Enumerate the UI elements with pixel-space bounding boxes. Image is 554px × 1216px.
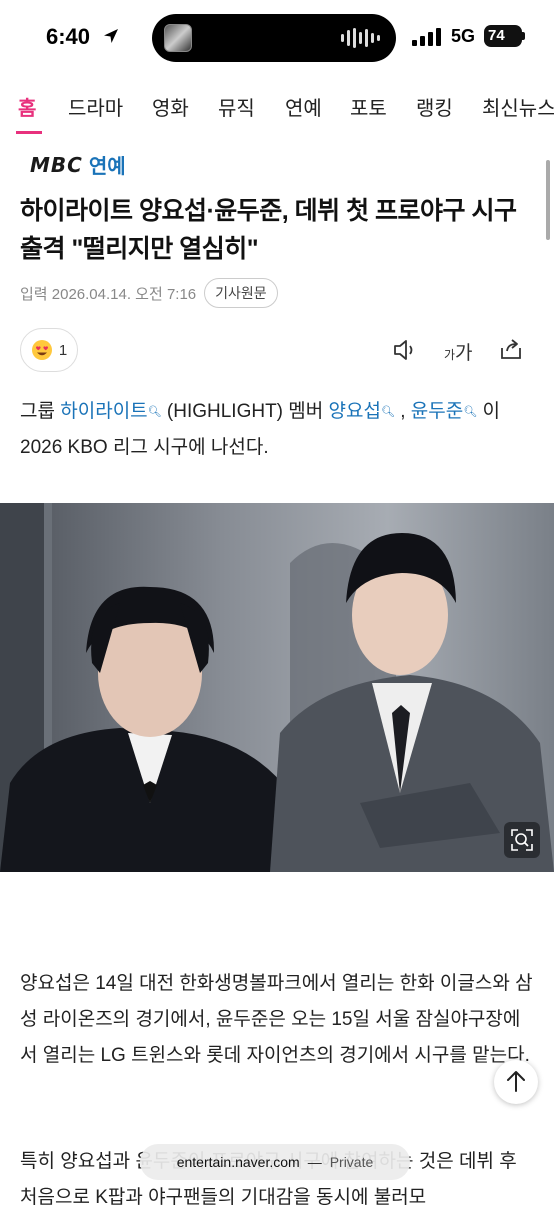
scroll-to-top-button[interactable] (494, 1060, 538, 1104)
scrollbar[interactable] (546, 160, 550, 240)
tab-drama[interactable]: 드라마 (68, 92, 123, 121)
tab-latest-news[interactable]: 최신뉴스 (482, 92, 554, 121)
keyword-link-yang-yoseop[interactable]: 양요섭 (329, 401, 381, 422)
article-headline: 하이라이트 양요섭·윤두준, 데뷔 첫 프로야구 시구 출격 "떨리지만 열심히… (20, 197, 517, 263)
dynamic-island[interactable] (152, 14, 396, 62)
private-mode-label: Private (329, 1154, 374, 1170)
intro-text: , (394, 401, 411, 422)
intro-text: (HIGHLIGHT) 멤버 (161, 401, 329, 422)
status-time: 6:40 (46, 24, 91, 49)
original-article-button[interactable]: 기사원문 (204, 278, 278, 308)
now-playing-artwork (164, 24, 192, 52)
press-section: 연예 (88, 156, 126, 178)
article-photo[interactable] (0, 503, 554, 872)
keyword-search-icon[interactable]: 🔍︎ (463, 406, 477, 418)
cellular-signal-icon (412, 28, 441, 46)
browser-address-bar[interactable]: entertain.naver.com — Private (140, 1144, 410, 1180)
article-intro: 그룹 하이라이트🔍︎ (HIGHLIGHT) 멤버 양요섭🔍︎ , 윤두준🔍︎ … (20, 394, 534, 466)
audio-wave-icon (341, 28, 380, 48)
zoom-search-icon (511, 829, 533, 851)
tab-photo[interactable]: 포토 (350, 92, 387, 121)
heart-eyes-emoji-icon (31, 340, 52, 360)
arrow-up-icon (507, 1071, 525, 1092)
tab-ranking[interactable]: 랭킹 (416, 92, 453, 121)
battery-indicator: 74 (484, 25, 522, 47)
location-arrow-icon (104, 29, 118, 43)
keyword-link-yoon-doojoon[interactable]: 윤두준 (411, 401, 463, 422)
keyword-search-icon[interactable]: 🔍︎ (381, 406, 395, 418)
battery-cap (522, 32, 525, 40)
network-type: 5G (451, 26, 476, 46)
keyword-search-icon[interactable]: 🔍︎ (148, 406, 162, 418)
font-small-label: 가 (444, 348, 456, 362)
category-nav: 홈 드라마 영화 뮤직 연예 포토 랭킹 최신뉴스 (0, 86, 554, 134)
share-icon[interactable] (498, 336, 524, 362)
font-large-label: 가 (455, 343, 473, 364)
reaction-button[interactable]: 1 (20, 328, 78, 372)
url-host: entertain.naver.com (176, 1154, 300, 1170)
article-paragraph: 양요섭은 14일 대전 한화생명볼파크에서 열리는 한화 이글스와 삼성 라이온… (20, 973, 533, 1066)
url-separator: — (307, 1154, 322, 1170)
press-brand: MBC (30, 152, 83, 177)
font-size-button[interactable]: 가가 (444, 338, 473, 365)
tab-entertainment[interactable]: 연예 (285, 92, 322, 121)
tab-home[interactable]: 홈 (18, 92, 36, 121)
article-meta: 입력 2026.04.14. 오전 7:16 기사원문 (20, 278, 278, 308)
photo-zoom-button[interactable] (504, 822, 540, 858)
speaker-icon[interactable] (392, 338, 418, 362)
keyword-link-highlight[interactable]: 하이라이트 (60, 401, 147, 422)
reaction-count: 1 (58, 341, 68, 359)
press-logo[interactable]: MBC 연예 (30, 150, 126, 179)
publish-date: 입력 2026.04.14. 오전 7:16 (20, 285, 197, 303)
tab-music[interactable]: 뮤직 (218, 92, 255, 121)
tab-movie[interactable]: 영화 (152, 92, 189, 121)
photo-illustration (0, 503, 554, 872)
intro-text: 그룹 (20, 401, 61, 422)
active-tab-indicator (16, 131, 42, 134)
